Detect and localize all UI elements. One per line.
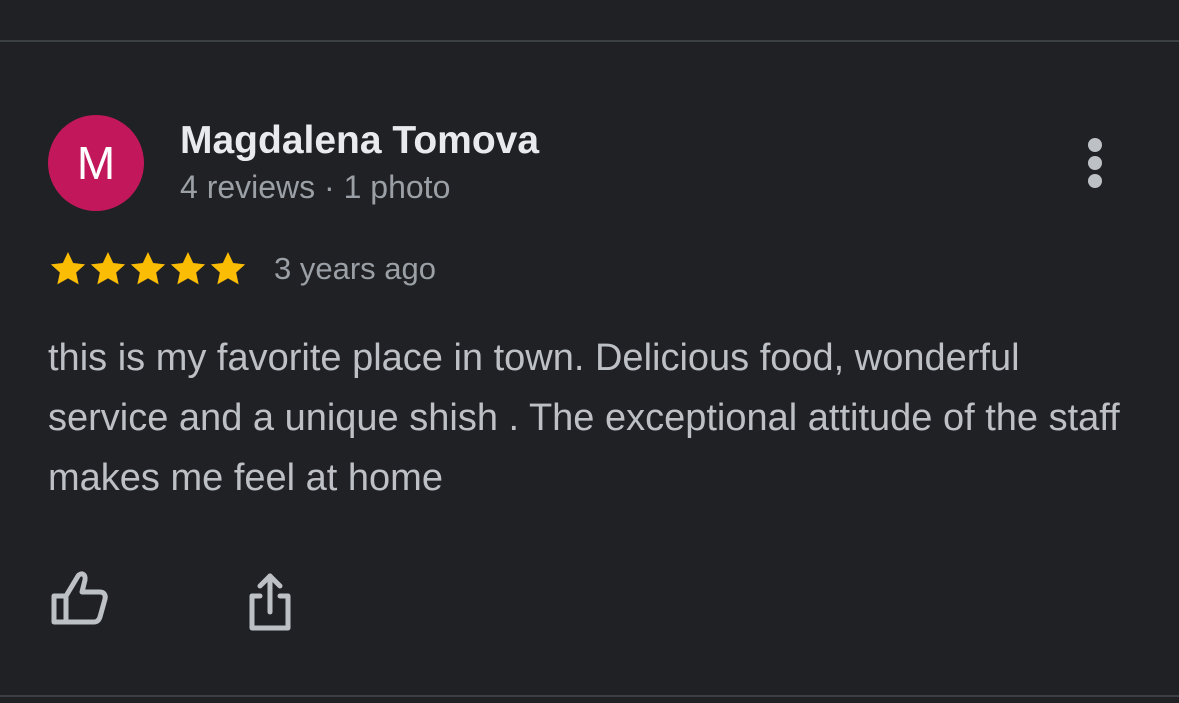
review-text: this is my favorite place in town. Delic…	[48, 337, 1120, 499]
author-meta: 4 reviews · 1 photo	[180, 169, 451, 205]
thumb-up-icon	[51, 571, 108, 625]
star-icon	[90, 252, 126, 285]
star-icon	[210, 252, 246, 285]
bottom-divider	[0, 695, 1179, 697]
avatar[interactable]: M	[48, 115, 144, 211]
rating-row: 3 years ago	[48, 248, 436, 290]
like-button[interactable]	[46, 568, 112, 632]
more-options-button[interactable]	[1078, 130, 1112, 196]
author-name[interactable]: Magdalena Tomova	[180, 118, 539, 164]
top-divider	[0, 40, 1179, 42]
star-icon	[170, 252, 206, 285]
review-time: 3 years ago	[274, 251, 436, 286]
star-icon	[130, 252, 166, 285]
star-icon	[50, 252, 86, 285]
share-icon	[249, 573, 291, 631]
star-rating	[48, 249, 248, 289]
avatar-initial: M	[76, 137, 116, 189]
share-button[interactable]	[238, 568, 302, 634]
